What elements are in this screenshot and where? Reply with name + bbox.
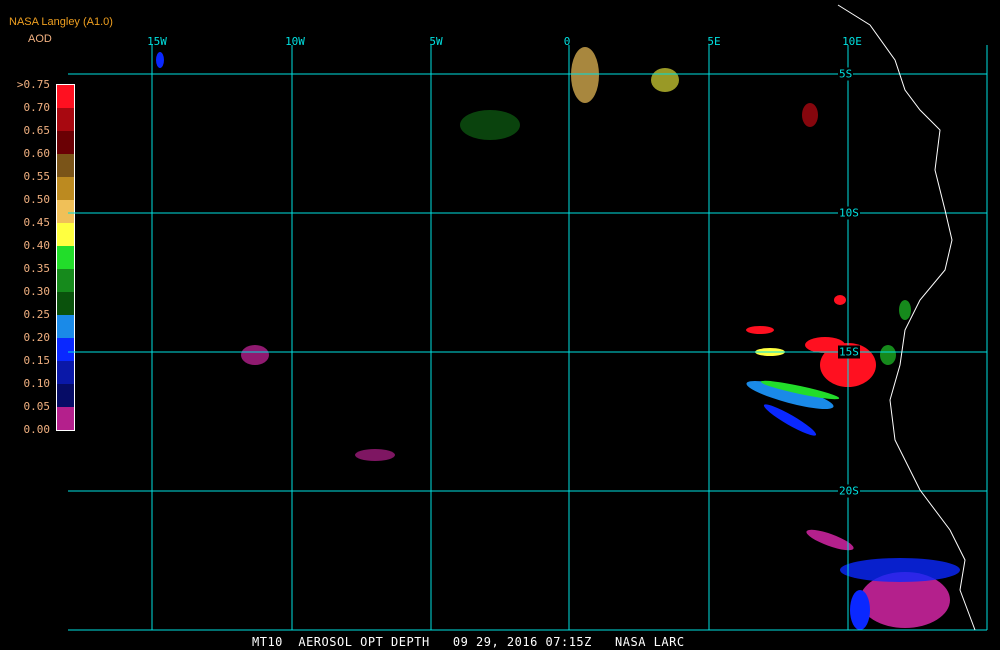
lon-label-5e: 5E <box>707 35 721 48</box>
lon-label-10w: 10W <box>285 35 305 48</box>
lat-label-15s: 15S <box>838 345 860 359</box>
lon-label-5w: 5W <box>429 35 443 48</box>
lat-label-5s: 5S <box>838 67 854 81</box>
lon-label-0: 0 <box>563 35 571 48</box>
lon-label-15w: 15W <box>147 35 167 48</box>
lon-label-10e: 10E <box>842 35 862 48</box>
aerosol-plumes <box>156 47 960 630</box>
aod-map <box>68 4 988 631</box>
lat-label-20s: 20S <box>838 484 860 498</box>
footer-caption: MT10 AEROSOL OPT DEPTH 09 29, 2016 07:15… <box>252 635 685 649</box>
lat-label-10s: 10S <box>838 206 860 220</box>
lat-lon-grid <box>68 45 988 631</box>
